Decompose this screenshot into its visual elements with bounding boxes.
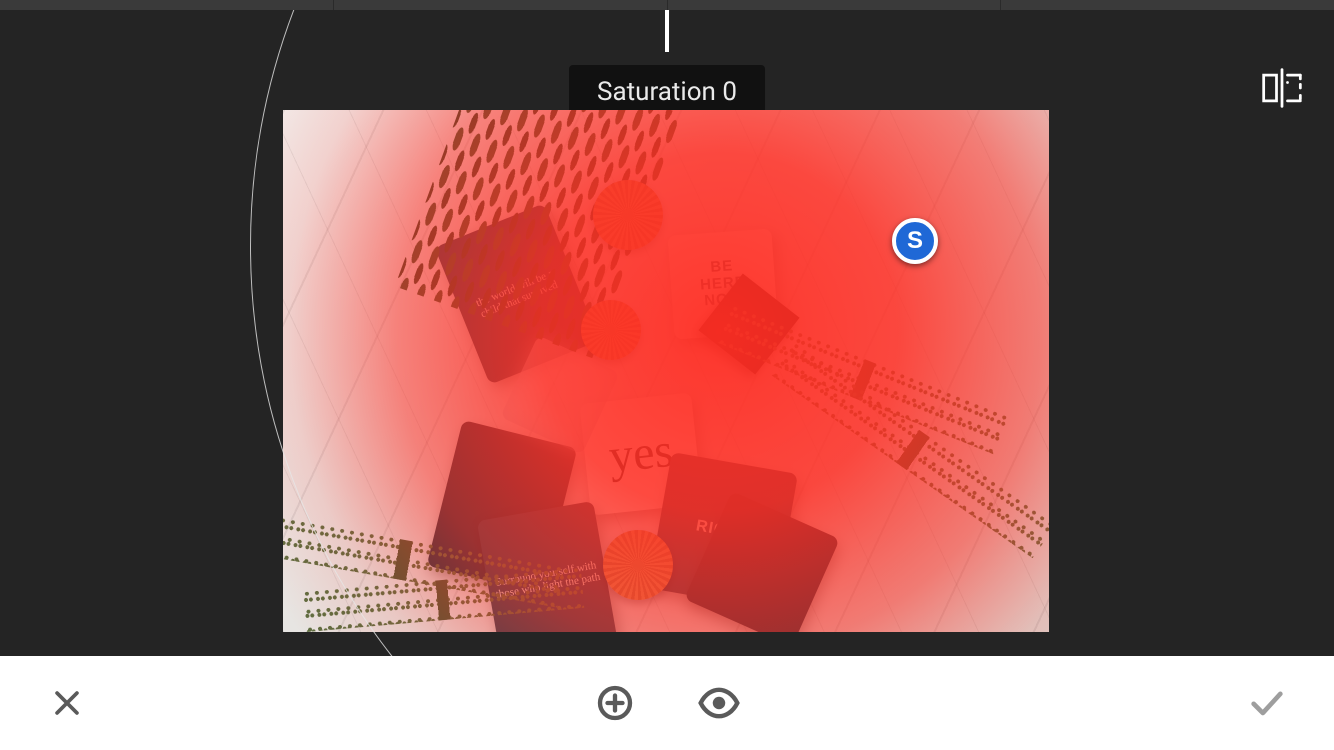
compare-icon bbox=[1260, 66, 1304, 110]
plus-circle-icon bbox=[595, 683, 635, 723]
apply-button[interactable] bbox=[1245, 681, 1289, 725]
card-text: yes bbox=[607, 432, 675, 477]
compare-button[interactable] bbox=[1260, 66, 1304, 110]
cancel-button[interactable] bbox=[45, 681, 89, 725]
adjustment-label: Saturation 0 bbox=[597, 77, 737, 107]
photo-flower bbox=[581, 300, 641, 360]
bottom-toolbar bbox=[0, 656, 1334, 750]
photo-flower bbox=[593, 180, 663, 250]
toolbar-center-group bbox=[593, 681, 741, 725]
photo-flower bbox=[603, 530, 673, 600]
check-icon bbox=[1247, 683, 1287, 723]
image-canvas[interactable]: the world will be a child that survived … bbox=[283, 110, 1049, 632]
toggle-mask-button[interactable] bbox=[697, 681, 741, 725]
add-point-button[interactable] bbox=[593, 681, 637, 725]
slider-center-tick bbox=[665, 10, 669, 52]
eye-icon bbox=[697, 681, 741, 725]
selective-control-point[interactable]: S bbox=[892, 218, 938, 264]
close-icon bbox=[50, 686, 84, 720]
editor-area[interactable]: Saturation 0 the world will be a child t… bbox=[0, 10, 1334, 656]
selective-point-letter: S bbox=[907, 227, 923, 255]
slider-track[interactable] bbox=[0, 0, 1334, 10]
